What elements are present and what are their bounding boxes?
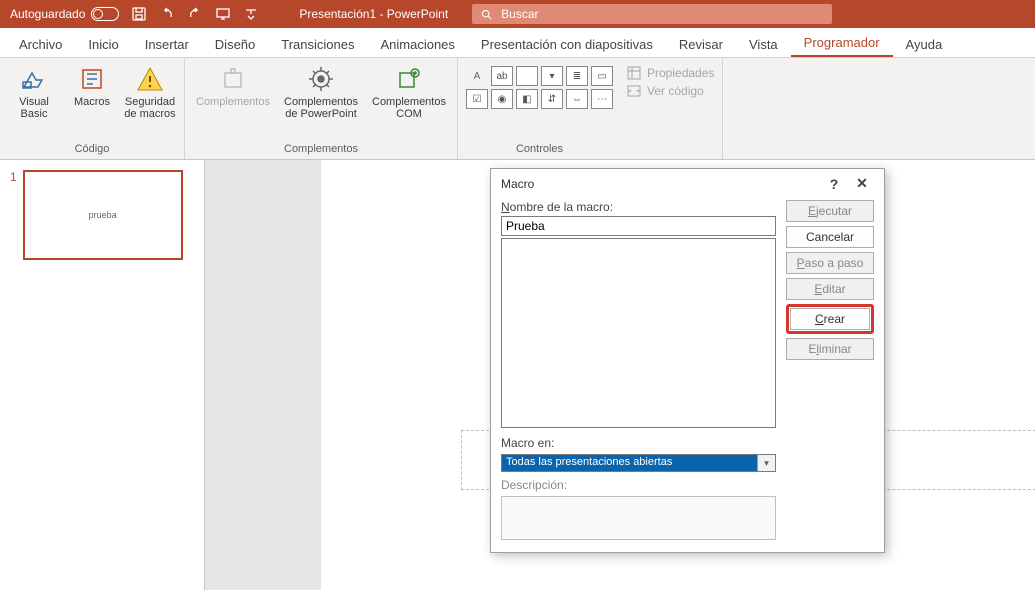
dialog-buttons: Ejecutar Cancelar Paso a paso Editar Cre…: [786, 200, 874, 540]
slide-number: 1: [10, 170, 17, 590]
properties-icon: [627, 66, 641, 80]
redo-icon[interactable]: [187, 6, 203, 22]
group-complementos-label: Complementos: [193, 141, 449, 159]
macros-label: Macros: [74, 96, 110, 108]
tab-transiciones[interactable]: Transiciones: [268, 31, 367, 57]
seguridad-macros-button[interactable]: Seguridad de macros: [124, 62, 176, 120]
ribbon-tabs: Archivo Inicio Insertar Diseño Transicio…: [0, 28, 1035, 58]
macro-en-label: Macro en:: [501, 436, 776, 450]
complementos-com-label: Complementos COM: [369, 96, 449, 120]
undo-icon[interactable]: [159, 6, 175, 22]
macro-list[interactable]: [501, 238, 776, 428]
group-controles: A ab ▾ ≣ ▭ ☑ ◉ ◧ ⇵ ⇔ ⋯ Controles Propied…: [458, 58, 723, 159]
slide-panel[interactable]: 1 prueba: [0, 160, 205, 590]
crear-button[interactable]: Crear: [790, 308, 870, 330]
macro-in-select[interactable]: Todas las presentaciones abiertas ▾: [501, 454, 776, 472]
frame-control-icon[interactable]: ▭: [591, 66, 613, 86]
complementos-pp-label: Complementos de PowerPoint: [279, 96, 363, 120]
search-icon: [480, 8, 493, 21]
tab-presentacion[interactable]: Presentación con diapositivas: [468, 31, 666, 57]
search-box[interactable]: Buscar: [472, 4, 832, 24]
tab-animaciones[interactable]: Animaciones: [367, 31, 467, 57]
macro-in-value: Todas las presentaciones abiertas: [502, 455, 757, 471]
complementos-label: Complementos: [196, 96, 270, 108]
toggle-off-icon: [91, 7, 119, 21]
complementos-button[interactable]: Complementos: [193, 62, 273, 108]
slide-thumbnail[interactable]: prueba: [23, 170, 183, 260]
thumb-text: prueba: [89, 210, 117, 220]
close-icon[interactable]: ✕: [848, 175, 876, 192]
quick-access-toolbar: Autoguardado: [0, 6, 259, 22]
group-complementos: Complementos Complementos de PowerPoint …: [185, 58, 458, 159]
listbox-control-icon[interactable]: ≣: [566, 66, 588, 86]
qat-more-icon[interactable]: [243, 6, 259, 22]
eliminar-button[interactable]: Eliminar: [786, 338, 874, 360]
ribbon-body: Visual Basic Macros Seguridad de macros …: [0, 58, 1035, 160]
ver-codigo-button[interactable]: Ver código: [627, 84, 714, 98]
ejecutar-button[interactable]: Ejecutar: [786, 200, 874, 222]
toggle-control-icon[interactable]: ◧: [516, 89, 538, 109]
option-control-icon[interactable]: ◉: [491, 89, 513, 109]
group-controles-label: Controles: [466, 141, 613, 159]
autosave-label: Autoguardado: [10, 7, 85, 21]
label-control-icon[interactable]: A: [466, 66, 488, 86]
cancelar-button[interactable]: Cancelar: [786, 226, 874, 248]
dialog-titlebar: Macro ? ✕: [491, 169, 884, 196]
macro-dialog: Macro ? ✕ Nombre de la macro: Macro en: …: [490, 168, 885, 553]
scrollbar-control-icon[interactable]: ⇔: [566, 89, 588, 109]
complementos-com-button[interactable]: Complementos COM: [369, 62, 449, 120]
tab-ayuda[interactable]: Ayuda: [893, 31, 956, 57]
addins-icon: [218, 64, 248, 94]
tab-vista[interactable]: Vista: [736, 31, 791, 57]
spin-control-icon[interactable]: ⇵: [541, 89, 563, 109]
autosave-toggle[interactable]: Autoguardado: [10, 7, 119, 21]
paso-a-paso-button[interactable]: Paso a paso: [786, 252, 874, 274]
descripcion-box: [501, 496, 776, 540]
tab-programador[interactable]: Programador: [791, 29, 893, 57]
tab-archivo[interactable]: Archivo: [6, 31, 75, 57]
save-icon[interactable]: [131, 6, 147, 22]
addins-pp-icon: [306, 64, 336, 94]
propiedades-label: Propiedades: [647, 66, 714, 80]
dialog-left-pane: Nombre de la macro: Macro en: Todas las …: [501, 200, 776, 540]
textbox-control-icon[interactable]: ab: [491, 66, 513, 86]
more-controls-icon[interactable]: ⋯: [591, 89, 613, 109]
help-icon[interactable]: ?: [820, 176, 848, 192]
editar-button[interactable]: Editar: [786, 278, 874, 300]
tab-inicio[interactable]: Inicio: [75, 31, 131, 57]
tab-diseno[interactable]: Diseño: [202, 31, 268, 57]
start-from-beginning-icon[interactable]: [215, 6, 231, 22]
macros-button[interactable]: Macros: [66, 62, 118, 108]
complementos-powerpoint-button[interactable]: Complementos de PowerPoint: [279, 62, 363, 120]
combobox-control-icon[interactable]: ▾: [541, 66, 563, 86]
visual-basic-icon: [19, 64, 49, 94]
search-placeholder: Buscar: [501, 7, 538, 21]
propiedades-button[interactable]: Propiedades: [627, 66, 714, 80]
addins-com-icon: [394, 64, 424, 94]
groupbox-control-icon[interactable]: [516, 66, 538, 86]
visual-basic-button[interactable]: Visual Basic: [8, 62, 60, 120]
checkbox-control-icon[interactable]: ☑: [466, 89, 488, 109]
controls-side-stack: Propiedades Ver código: [627, 62, 714, 98]
descripcion-label: Descripción:: [501, 478, 776, 492]
group-codigo-label: Código: [8, 141, 176, 159]
macros-icon: [77, 64, 107, 94]
macro-name-label: Nombre de la macro:: [501, 200, 776, 214]
tab-insertar[interactable]: Insertar: [132, 31, 202, 57]
macro-name-input[interactable]: [501, 216, 776, 236]
tab-revisar[interactable]: Revisar: [666, 31, 736, 57]
dialog-title: Macro: [501, 177, 820, 191]
document-title: Presentación1 - PowerPoint: [299, 7, 448, 21]
title-bar: Autoguardado Presentación1 - PowerPoint …: [0, 0, 1035, 28]
seguridad-label: Seguridad de macros: [124, 96, 176, 120]
crear-highlight: Crear: [786, 304, 874, 334]
view-code-icon: [627, 84, 641, 98]
warning-icon: [135, 64, 165, 94]
visual-basic-label: Visual Basic: [8, 96, 60, 120]
controls-gallery[interactable]: A ab ▾ ≣ ▭ ☑ ◉ ◧ ⇵ ⇔ ⋯: [466, 62, 613, 109]
ver-codigo-label: Ver código: [647, 84, 704, 98]
group-codigo: Visual Basic Macros Seguridad de macros …: [0, 58, 185, 159]
chevron-down-icon[interactable]: ▾: [757, 455, 775, 471]
